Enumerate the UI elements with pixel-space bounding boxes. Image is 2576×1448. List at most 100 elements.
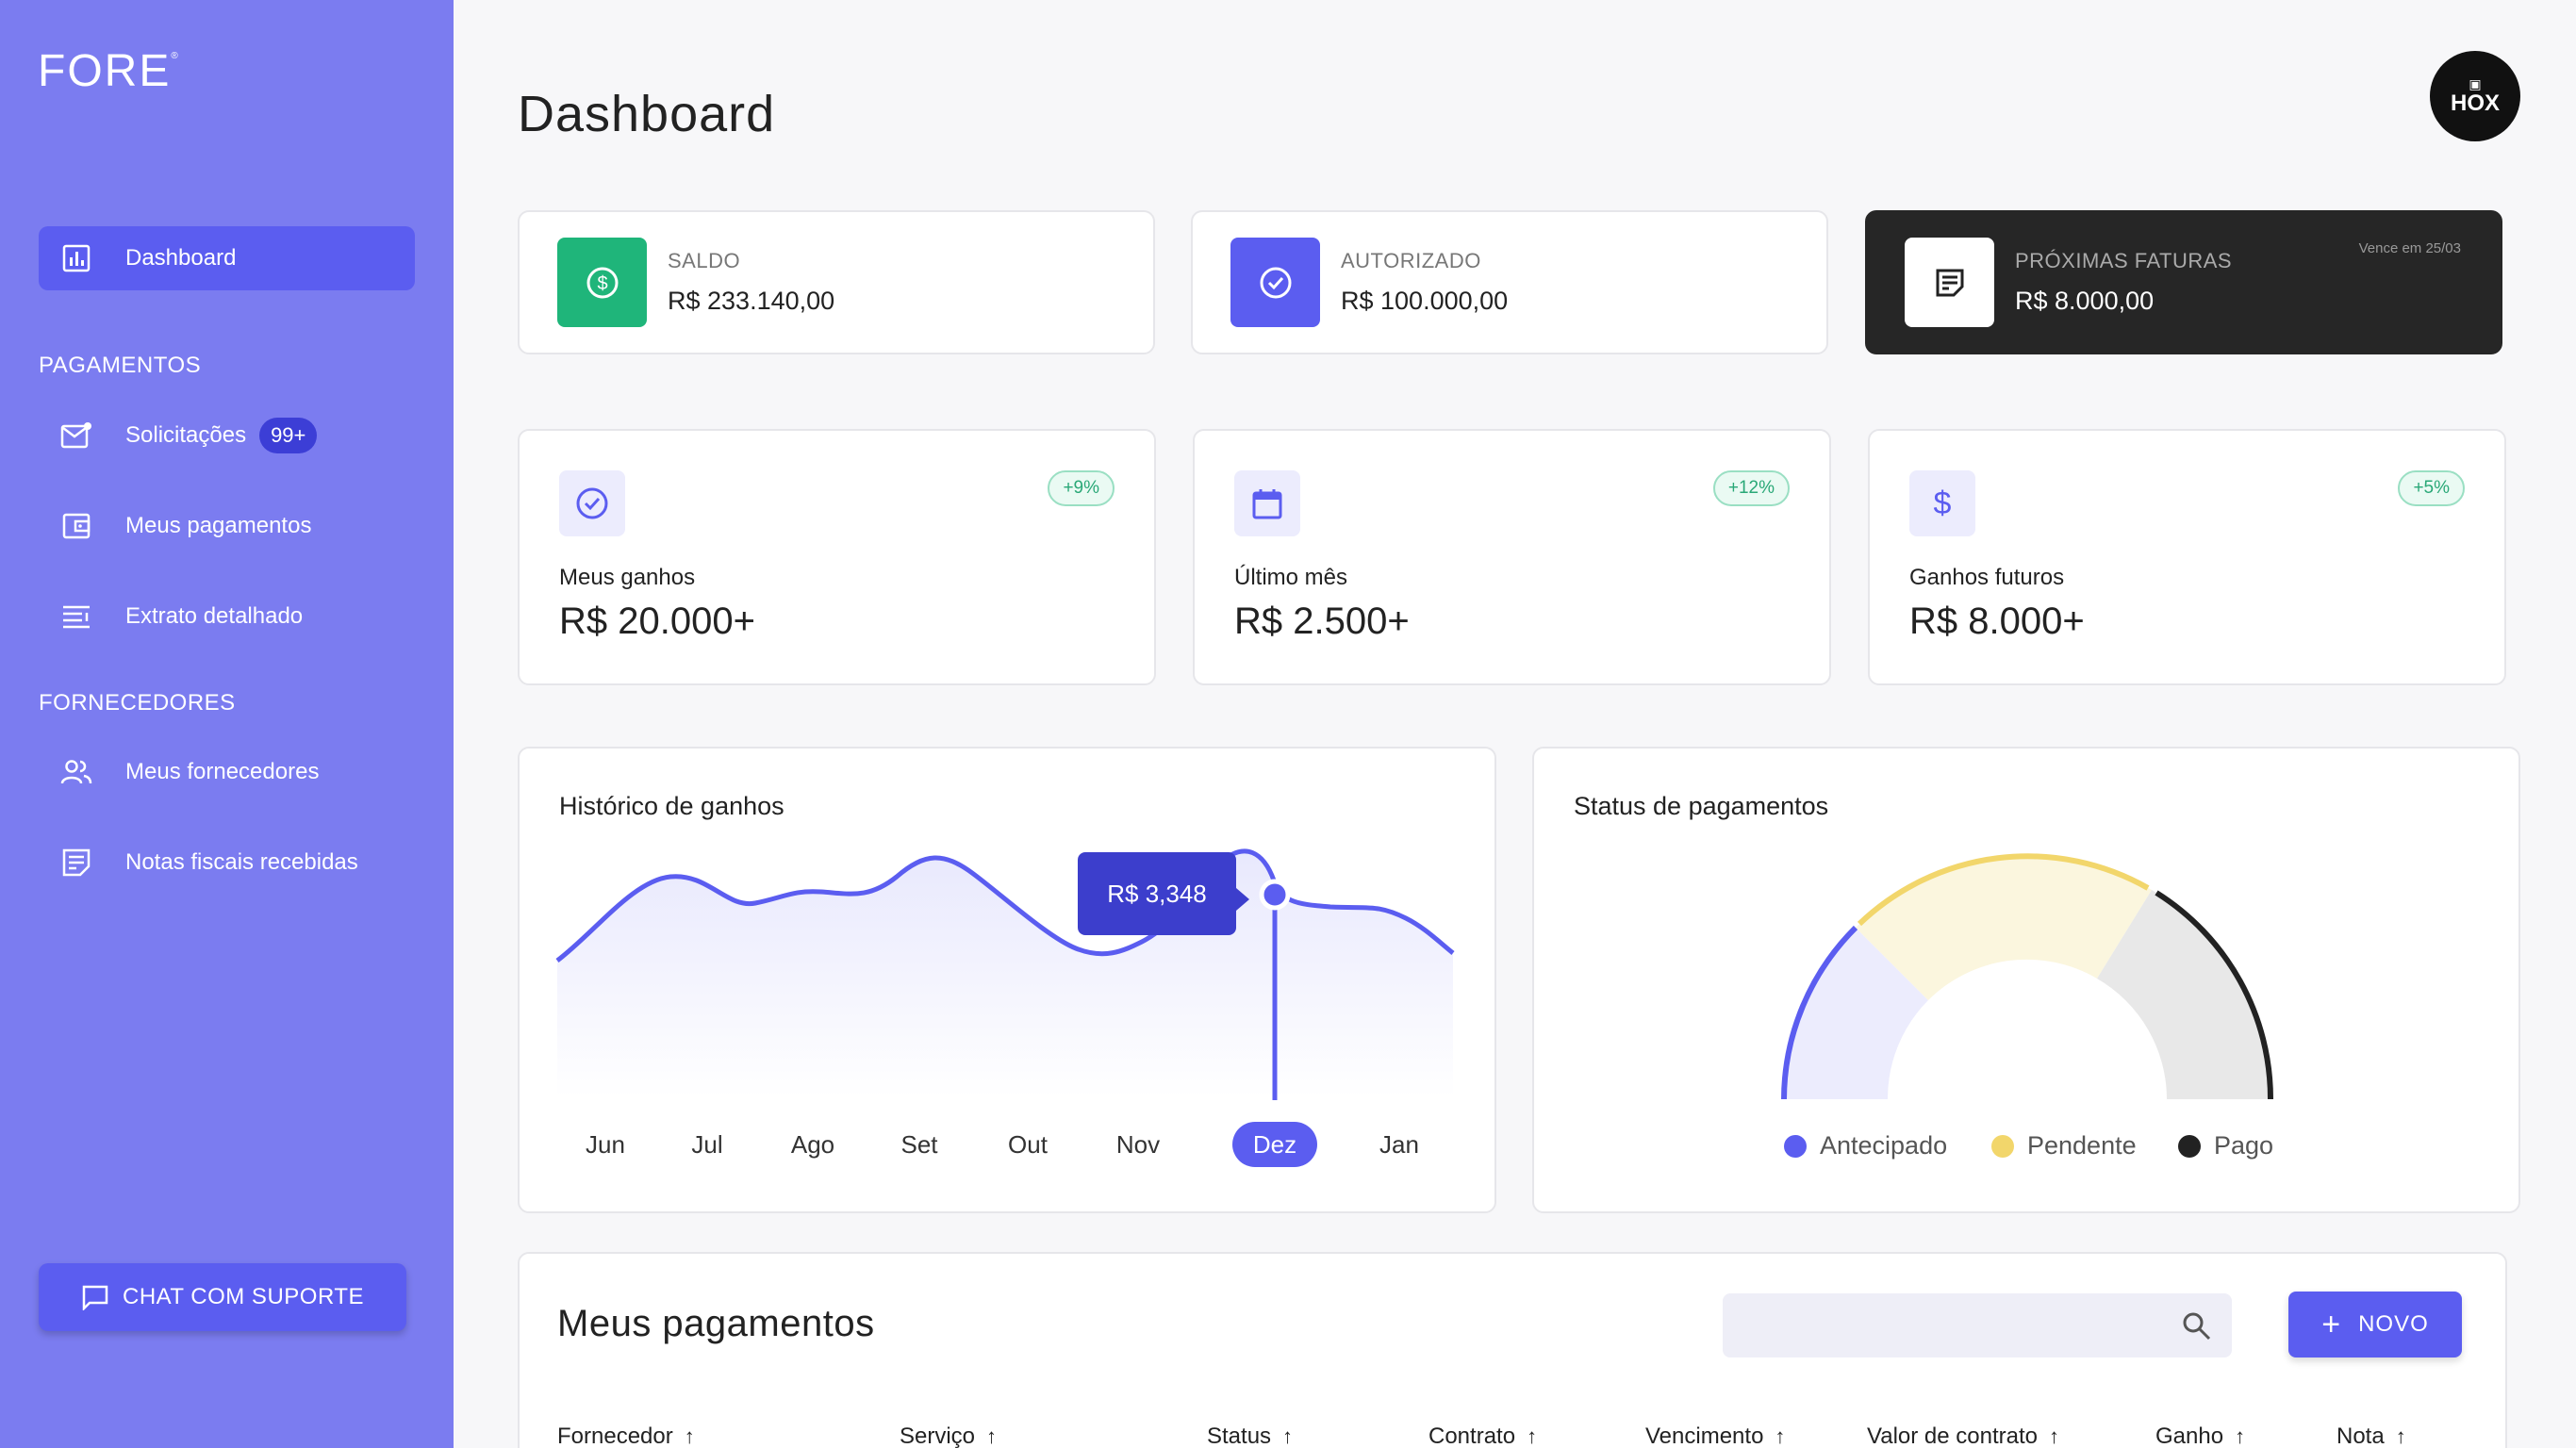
sidebar-item-dashboard[interactable]: Dashboard xyxy=(39,226,415,290)
sidebar-item-extrato[interactable]: Extrato detalhado xyxy=(39,588,415,645)
wallet-icon xyxy=(59,509,93,543)
history-chart-card: Histórico de ganhos R$ 3,348 Jun Jul Ago… xyxy=(518,747,1496,1213)
search-icon[interactable] xyxy=(2181,1310,2213,1342)
legend-dot xyxy=(1784,1134,1807,1158)
sidebar: FORE® Dashboard PAGAMENTOS Solicitações … xyxy=(0,0,454,1448)
sidebar-item-meus-fornecedores[interactable]: Meus fornecedores xyxy=(39,744,415,800)
autorizado-card: AUTORIZADO R$ 100.000,00 xyxy=(1191,210,1828,354)
chat-support-button[interactable]: CHAT COM SUPORTE xyxy=(39,1263,406,1331)
month-label[interactable]: Out xyxy=(990,1122,1065,1167)
saldo-card: $ SALDO R$ 233.140,00 xyxy=(518,210,1155,354)
legend-dot xyxy=(2178,1134,2201,1158)
chat-icon xyxy=(82,1285,108,1310)
people-icon xyxy=(59,755,93,789)
card-label: SALDO xyxy=(668,249,741,272)
search-input[interactable] xyxy=(1723,1293,2232,1358)
legend-item-pago: Pago xyxy=(2178,1131,2273,1160)
stat-label: Último mês xyxy=(1234,565,1348,590)
mail-icon xyxy=(59,419,93,452)
legend-item-antecipado: Antecipado xyxy=(1784,1131,1947,1160)
change-badge: +5% xyxy=(2398,470,2465,506)
sidebar-item-label: Meus fornecedores xyxy=(125,759,320,784)
invoice-icon xyxy=(1905,238,1994,327)
month-label-active[interactable]: Dez xyxy=(1232,1122,1317,1167)
sidebar-item-label: Extrato detalhado xyxy=(125,603,304,629)
stat-value: R$ 8.000+ xyxy=(1909,601,2085,642)
month-label[interactable]: Nov xyxy=(1100,1122,1176,1167)
check-icon xyxy=(559,470,625,536)
avatar-text: HOX xyxy=(2450,90,2500,116)
sidebar-item-label: Meus pagamentos xyxy=(125,513,312,538)
sidebar-item-label: Notas fiscais recebidas xyxy=(125,849,358,875)
sidebar-item-label: Solicitações xyxy=(125,422,247,448)
table-title: Meus pagamentos xyxy=(557,1303,875,1344)
dollar-icon: $ xyxy=(557,238,647,327)
stat-value: R$ 2.500+ xyxy=(1234,601,1410,642)
change-badge: +12% xyxy=(1712,470,1790,506)
column-label: Contrato xyxy=(1428,1423,1516,1448)
month-label[interactable]: Jun xyxy=(568,1122,643,1167)
svg-text:$: $ xyxy=(597,273,607,294)
fore-logo[interactable]: FORE® xyxy=(38,45,180,97)
stat-card-ultimo-mes: +12% Último mês R$ 2.500+ xyxy=(1193,429,1831,685)
column-label: Valor de contrato xyxy=(1867,1423,2038,1448)
brand-mark-icon: ▣ xyxy=(2469,76,2482,91)
month-label[interactable]: Jan xyxy=(1362,1122,1437,1167)
sidebar-item-meus-pagamentos[interactable]: Meus pagamentos xyxy=(39,498,415,554)
proximas-faturas-card[interactable]: PRÓXIMAS FATURAS R$ 8.000,00 Vence em 25… xyxy=(1865,210,2502,354)
card-value: R$ 8.000,00 xyxy=(2015,287,2155,315)
legend-item-pendente: Pendente xyxy=(1991,1131,2137,1160)
column-label: Status xyxy=(1207,1423,1272,1448)
sidebar-item-label: Dashboard xyxy=(125,245,237,271)
legend-label: Pago xyxy=(2214,1131,2274,1160)
page-title: Dashboard xyxy=(518,86,776,142)
sort-arrow-icon: ↑ xyxy=(1775,1424,1786,1448)
stat-label: Meus ganhos xyxy=(559,565,696,590)
avatar[interactable]: ▣ HOX xyxy=(2430,51,2520,141)
month-label[interactable]: Ago xyxy=(775,1122,850,1167)
sidebar-item-solicitacoes[interactable]: Solicitações 99+ xyxy=(39,407,415,464)
section-title-suppliers: FORNECEDORES xyxy=(39,690,236,716)
highlight-point xyxy=(1259,879,1291,911)
search-field[interactable] xyxy=(1723,1293,2232,1358)
new-button-label: NOVO xyxy=(2358,1311,2429,1337)
stat-value: R$ 20.000+ xyxy=(559,601,755,642)
column-header-contrato[interactable]: Contrato ↑ xyxy=(1428,1423,1537,1448)
column-label: Vencimento xyxy=(1645,1423,1764,1448)
stat-card-meus-ganhos: +9% Meus ganhos R$ 20.000+ xyxy=(518,429,1156,685)
due-date: Vence em 25/03 xyxy=(2358,240,2461,256)
sort-arrow-icon: ↑ xyxy=(684,1424,695,1448)
area-fill xyxy=(557,850,1453,1097)
bar-chart-icon xyxy=(59,241,93,275)
sort-arrow-icon: ↑ xyxy=(2235,1424,2246,1448)
sort-arrow-icon: ↑ xyxy=(1282,1424,1294,1448)
sort-arrow-icon: ↑ xyxy=(2395,1424,2406,1448)
chart-tooltip: R$ 3,348 xyxy=(1078,852,1249,935)
calendar-icon xyxy=(1234,470,1300,536)
payments-table-card: Meus pagamentos + NOVO Fornecedor ↑ Servi… xyxy=(518,1252,2507,1448)
column-header-servico[interactable]: Serviço ↑ xyxy=(900,1423,997,1448)
legend-dot xyxy=(1991,1134,2014,1158)
sort-arrow-icon: ↑ xyxy=(1527,1424,1538,1448)
card-label: PRÓXIMAS FATURAS xyxy=(2015,249,2233,272)
new-button[interactable]: + NOVO xyxy=(2288,1292,2462,1358)
legend-label: Antecipado xyxy=(1820,1131,1948,1160)
column-label: Serviço xyxy=(900,1423,976,1448)
legend-label: Pendente xyxy=(2027,1131,2137,1160)
status-chart-card: Status de pagamentos Antecipado Pendente… xyxy=(1532,747,2520,1213)
month-label[interactable]: Set xyxy=(882,1122,957,1167)
list-icon xyxy=(59,600,93,634)
column-header-status[interactable]: Status ↑ xyxy=(1207,1423,1293,1448)
sidebar-item-notas-fiscais[interactable]: Notas fiscais recebidas xyxy=(39,834,415,891)
column-header-valor-contrato[interactable]: Valor de contrato ↑ xyxy=(1867,1423,2059,1448)
column-header-vencimento[interactable]: Vencimento ↑ xyxy=(1645,1423,1785,1448)
section-title-payments: PAGAMENTOS xyxy=(39,353,202,378)
check-icon xyxy=(1230,238,1320,327)
count-badge: 99+ xyxy=(259,418,318,453)
sort-arrow-icon: ↑ xyxy=(986,1424,998,1448)
plus-icon: + xyxy=(2321,1307,2342,1342)
column-header-fornecedor[interactable]: Fornecedor ↑ xyxy=(557,1423,695,1448)
column-header-ganho[interactable]: Ganho ↑ xyxy=(2155,1423,2245,1448)
column-header-nota[interactable]: Nota ↑ xyxy=(2337,1423,2406,1448)
month-label[interactable]: Jul xyxy=(669,1122,745,1167)
